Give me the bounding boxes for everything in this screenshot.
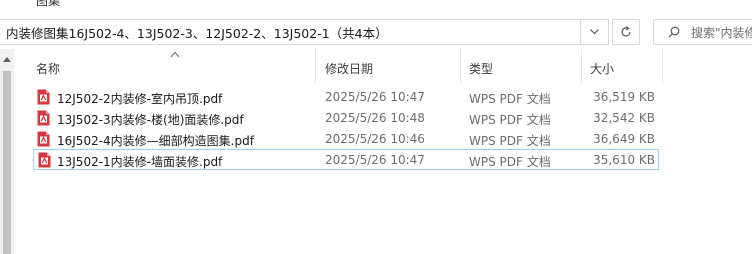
column-header-type[interactable]: 类型 xyxy=(469,60,493,77)
search-icon xyxy=(668,26,680,38)
file-modified: 2025/5/26 10:47 xyxy=(325,153,425,167)
window-title-strip: 图集 xyxy=(0,0,752,10)
file-size: 32,542 KB xyxy=(593,111,655,125)
file-modified: 2025/5/26 10:47 xyxy=(325,90,425,104)
column-divider[interactable] xyxy=(581,49,582,83)
window-title-fragment: 图集 xyxy=(36,0,61,8)
navigation-bar: 内装修图集16J502-4、13J502-3、12J502-2、13J502-1… xyxy=(0,11,752,49)
address-history-button[interactable] xyxy=(581,19,609,45)
file-row[interactable]: 13J502-3内装修-楼(地)面装修.pdf 2025/5/26 10:48 … xyxy=(33,108,659,129)
search-input[interactable]: 搜索"内装修 xyxy=(653,19,752,45)
column-divider[interactable] xyxy=(460,49,461,83)
pdf-file-icon xyxy=(37,89,50,105)
column-header-size[interactable]: 大小 xyxy=(590,60,614,77)
pdf-file-icon xyxy=(37,131,50,147)
file-name: 12J502-2内装修-室内吊顶.pdf xyxy=(57,92,223,106)
scroll-up-arrow-icon[interactable] xyxy=(3,57,11,62)
file-modified: 2025/5/26 10:46 xyxy=(325,132,425,146)
pdf-file-icon xyxy=(38,152,51,168)
file-modified: 2025/5/26 10:48 xyxy=(325,111,425,125)
file-type: WPS PDF 文档 xyxy=(469,155,551,169)
left-scrollbar[interactable] xyxy=(0,49,14,254)
file-row[interactable]: 12J502-2内装修-室内吊顶.pdf 2025/5/26 10:47 WPS… xyxy=(33,87,659,108)
column-header-name[interactable]: 名称 xyxy=(36,60,60,77)
file-size: 36,519 KB xyxy=(593,90,655,104)
refresh-icon xyxy=(621,26,631,37)
file-type: WPS PDF 文档 xyxy=(469,113,551,127)
search-placeholder: 搜索"内装修 xyxy=(691,25,752,40)
pdf-file-icon xyxy=(37,110,50,126)
file-row[interactable]: 16J502-4内装修—细部构造图集.pdf 2025/5/26 10:46 W… xyxy=(33,129,659,150)
file-name: 16J502-4内装修—细部构造图集.pdf xyxy=(57,134,254,148)
file-size: 35,610 KB xyxy=(593,153,655,167)
file-size: 36,649 KB xyxy=(593,132,655,146)
column-header-row: 名称 修改日期 类型 大小 xyxy=(14,49,752,83)
file-type: WPS PDF 文档 xyxy=(469,134,551,148)
file-name: 13J502-3内装修-楼(地)面装修.pdf xyxy=(57,113,244,127)
file-name: 13J502-1内装修-墙面装修.pdf xyxy=(57,155,223,169)
file-type: WPS PDF 文档 xyxy=(469,92,551,106)
column-divider[interactable] xyxy=(662,49,663,83)
address-bar[interactable]: 内装修图集16J502-4、13J502-3、12J502-2、13J502-1… xyxy=(0,19,581,45)
file-row-selected[interactable]: 13J502-1内装修-墙面装修.pdf 2025/5/26 10:47 WPS… xyxy=(33,149,659,170)
column-divider[interactable] xyxy=(315,49,316,83)
chevron-down-icon xyxy=(590,29,599,35)
address-path: 内装修图集16J502-4、13J502-3、12J502-2、13J502-1… xyxy=(6,25,388,41)
refresh-button[interactable] xyxy=(612,19,640,45)
column-header-modified[interactable]: 修改日期 xyxy=(325,60,373,77)
scrollbar-thumb[interactable] xyxy=(3,71,11,254)
file-list-pane: 名称 修改日期 类型 大小 12J502-2内装修-室内吊顶.pdf 2025/… xyxy=(0,49,752,254)
